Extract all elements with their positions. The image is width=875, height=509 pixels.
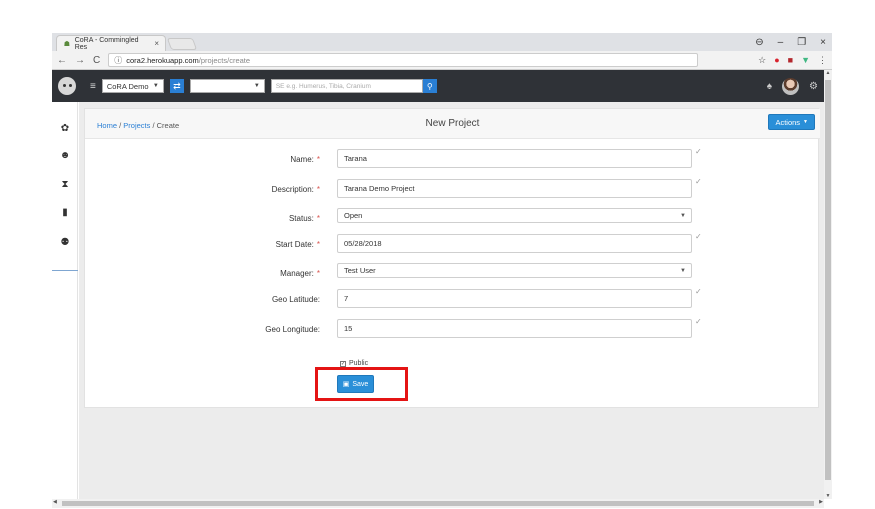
new-tab-button[interactable]: [166, 38, 198, 50]
geo-latitude-input[interactable]: 7: [337, 289, 692, 308]
tab-close-icon[interactable]: ×: [154, 39, 159, 48]
url-input[interactable]: ⓘ cora2.herokuapp.com/projects/create: [108, 53, 699, 67]
valid-check-icon: ✓: [695, 232, 702, 241]
reload-icon[interactable]: C: [93, 55, 100, 66]
highlight-box: [315, 367, 408, 401]
chevron-down-icon: ▼: [680, 267, 686, 274]
chevron-down-icon: ▼: [253, 83, 260, 89]
form-row-geo-longitude: Geo Longitude: 15 ✓: [85, 317, 820, 341]
chevron-down-icon: ▼: [152, 83, 159, 89]
page-title: New Project: [425, 118, 480, 129]
valid-check-icon: ✓: [695, 317, 702, 326]
extensions: ☆ ● ■ ▼ ⋮: [758, 55, 827, 66]
sidebar: ✿ ☻ ⧗ ▮ ⚉: [52, 102, 78, 499]
search-input[interactable]: SE e.g. Humerus, Tibia, Cranium: [270, 79, 423, 93]
org-select[interactable]: CoRA Demo ▼: [101, 79, 164, 93]
window-controls: ⊖ – ❐ ×: [755, 33, 826, 51]
public-label: Public: [349, 360, 369, 367]
sidebar-item-hourglass[interactable]: ⧗: [52, 179, 78, 190]
vue-extension-icon[interactable]: ▼: [801, 55, 810, 65]
search-button[interactable]: ⚲: [422, 79, 437, 93]
form-row-description: Description: * Tarana Demo Project ✓: [85, 177, 820, 201]
vertical-scrollbar[interactable]: ▲ ▼: [824, 70, 832, 499]
name-label: Name: *: [290, 155, 320, 164]
sidebar-item-documents[interactable]: ▮: [52, 207, 78, 218]
info-icon[interactable]: ⓘ: [114, 55, 122, 66]
tab-title: CoRA - Commingled Res: [74, 36, 139, 51]
public-checkbox[interactable]: ✓: [340, 360, 346, 367]
caret-down-icon: ▼: [803, 119, 808, 125]
horizontal-scrollbar[interactable]: ◀ ▶: [52, 499, 824, 508]
address-bar: ← → C ⓘ cora2.herokuapp.com/projects/cre…: [52, 51, 832, 70]
scroll-left-icon[interactable]: ◀: [53, 499, 57, 505]
actions-dropdown-button[interactable]: Actions ▼: [768, 114, 815, 130]
sidebar-item-users[interactable]: ⚉: [52, 237, 78, 248]
description-input[interactable]: Tarana Demo Project: [337, 179, 692, 198]
settings-gear-icon[interactable]: ⚙: [809, 81, 818, 92]
form-row-start-date: Start Date: * 05/28/2018 ✓: [85, 232, 820, 256]
sidebar-item-dashboard[interactable]: ✿: [52, 123, 78, 134]
main-content: Home / Projects / Create New Project Act…: [79, 102, 824, 499]
valid-check-icon: ✓: [695, 287, 702, 296]
url-path: /projects/create: [198, 55, 251, 65]
description-label: Description: *: [271, 185, 320, 194]
browser-tab[interactable]: ☗ CoRA - Commingled Res ×: [56, 35, 166, 51]
scroll-up-icon[interactable]: ▲: [824, 70, 832, 76]
form-row-name: Name: * Tarana ✓: [85, 147, 820, 171]
favicon-icon: ☗: [63, 40, 70, 48]
back-icon[interactable]: ←: [57, 55, 67, 66]
form-row-manager: Manager: * Test User ▼: [85, 263, 820, 285]
manager-select[interactable]: Test User ▼: [337, 263, 692, 278]
chrome-menu-icon[interactable]: ⋮: [818, 55, 827, 66]
form-row-geo-latitude: Geo Latitude: 7 ✓: [85, 287, 820, 311]
actions-label: Actions: [775, 117, 801, 127]
browser-tab-strip: ☗ CoRA - Commingled Res × ⊖ – ❐ ×: [52, 33, 832, 51]
name-input[interactable]: Tarana: [337, 149, 692, 168]
sidebar-divider: [52, 270, 78, 271]
manager-label: Manager: *: [280, 269, 320, 278]
start-date-input[interactable]: 05/28/2018: [337, 234, 692, 253]
swap-button[interactable]: ⇄: [169, 79, 184, 93]
close-window-button[interactable]: ×: [820, 37, 826, 48]
form-row-status: Status: * Open ▼: [85, 208, 820, 230]
bookmark-star-icon[interactable]: ☆: [758, 55, 766, 66]
geo-longitude-label: Geo Longitude:: [265, 325, 320, 334]
app-navbar: ≡ CoRA Demo ▼ ⇄ ▼ SE e.g. Humerus, Tibia…: [52, 70, 824, 102]
sidebar-item-skull[interactable]: ☻: [52, 150, 78, 161]
project-form-card: Home / Projects / Create New Project Act…: [84, 108, 820, 408]
start-date-label: Start Date: *: [275, 240, 320, 249]
scroll-right-icon[interactable]: ▶: [819, 499, 823, 505]
adblock-icon[interactable]: ●: [774, 55, 779, 65]
status-label: Status: *: [288, 214, 320, 223]
app-logo-skull-icon[interactable]: [58, 77, 76, 95]
avatar[interactable]: [782, 77, 800, 95]
scroll-down-icon[interactable]: ▼: [824, 493, 832, 499]
page-header: Home / Projects / Create New Project Act…: [85, 109, 820, 139]
chevron-down-icon: ▼: [680, 212, 686, 219]
navbar-right: ♠ ⚙: [767, 77, 818, 95]
profile-icon[interactable]: ⊖: [755, 37, 763, 48]
maximize-button[interactable]: ❐: [797, 37, 806, 48]
valid-check-icon: ✓: [695, 147, 702, 156]
geo-longitude-input[interactable]: 15: [337, 319, 692, 338]
minimize-button[interactable]: –: [778, 37, 784, 48]
vertical-scroll-thumb[interactable]: [825, 80, 831, 480]
public-checkbox-row: ✓ Public: [340, 360, 368, 367]
status-select[interactable]: Open ▼: [337, 208, 692, 223]
geo-latitude-label: Geo Latitude:: [271, 295, 320, 304]
project-select[interactable]: ▼: [189, 79, 265, 93]
pdf-extension-icon[interactable]: ■: [788, 55, 793, 65]
forward-icon[interactable]: →: [75, 55, 85, 66]
valid-check-icon: ✓: [695, 177, 702, 186]
url-host: cora2.herokuapp.com: [126, 55, 199, 65]
org-select-value: CoRA Demo: [106, 81, 149, 91]
notification-bell-icon[interactable]: ♠: [767, 81, 772, 92]
hamburger-menu-icon[interactable]: ≡: [90, 81, 96, 92]
horizontal-scroll-thumb[interactable]: [62, 501, 814, 506]
search-placeholder: SE e.g. Humerus, Tibia, Cranium: [275, 82, 371, 90]
search-icon: ⚲: [426, 81, 433, 91]
